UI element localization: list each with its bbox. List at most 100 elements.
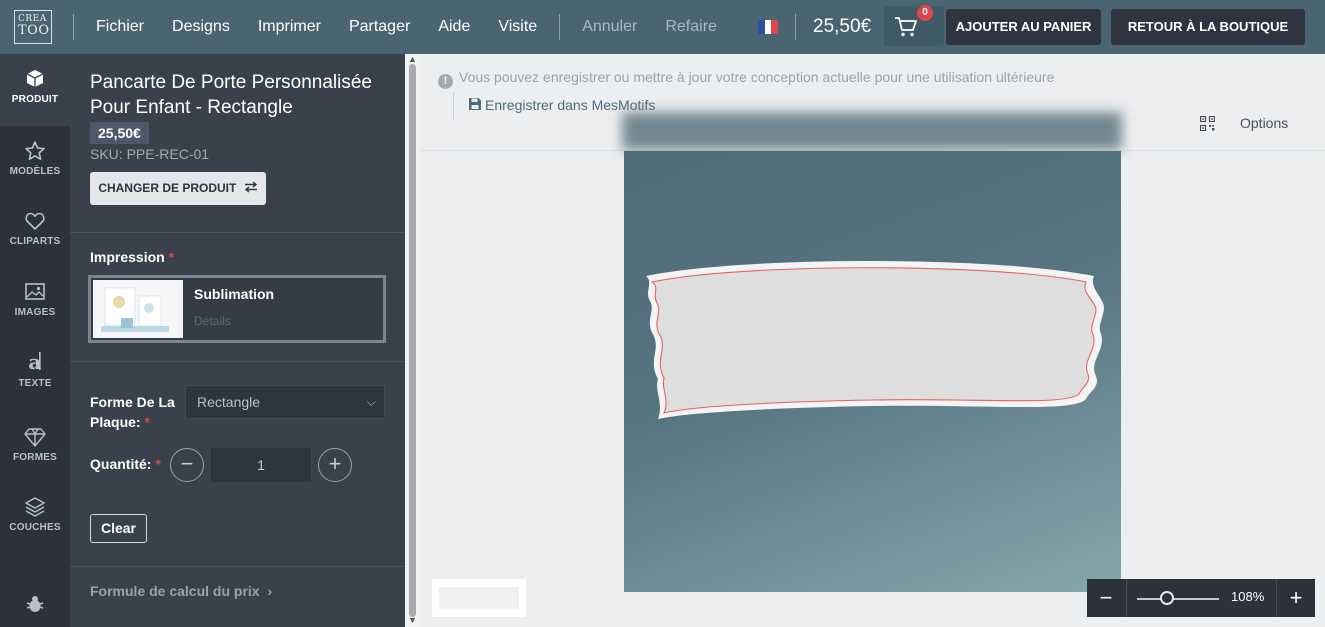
door-sign-shape[interactable] xyxy=(624,151,1121,592)
text-icon: a xyxy=(28,350,41,374)
clear-button[interactable]: Clear xyxy=(90,514,147,543)
menu-fichier[interactable]: Fichier xyxy=(96,18,144,36)
bug-icon xyxy=(26,596,44,612)
rail-label: PRODUIT xyxy=(11,94,59,105)
rail-item-modeles[interactable]: MODÈLES xyxy=(0,140,70,177)
required-mark: * xyxy=(155,456,161,472)
logo[interactable]: CREA TOO xyxy=(14,10,52,44)
main-menu: Fichier Designs Imprimer Partager Aide V… xyxy=(96,0,745,54)
scroll-up-icon[interactable]: ▲ xyxy=(408,54,417,64)
redo-button[interactable]: Refaire xyxy=(665,18,717,36)
zoom-in-button[interactable]: + xyxy=(1277,579,1315,617)
add-to-cart-button[interactable]: AJOUTER AU PANIER xyxy=(946,9,1101,45)
product-title: Pancarte De Porte Personnalisée Pour Enf… xyxy=(90,72,372,118)
cart-icon xyxy=(895,17,917,37)
layers-icon xyxy=(25,497,45,517)
product-price-badge: 25,50€ xyxy=(90,122,149,144)
divider xyxy=(70,361,405,362)
product-canvas[interactable] xyxy=(624,151,1121,592)
qr-code-icon[interactable] xyxy=(1200,116,1215,131)
required-mark: * xyxy=(144,414,151,430)
quantity-label-text: Quantité: xyxy=(90,456,152,472)
plus-icon: + xyxy=(328,451,342,476)
change-product-button[interactable]: CHANGER DE PRODUIT xyxy=(90,172,266,205)
heart-icon xyxy=(25,212,45,230)
menu-aide[interactable]: Aide xyxy=(438,18,470,36)
divider xyxy=(795,14,796,40)
menu-partager[interactable]: Partager xyxy=(349,18,410,36)
price-formula-link[interactable]: Formule de calcul du prix › xyxy=(90,583,272,599)
impression-details-link[interactable]: Détails xyxy=(194,314,231,328)
top-bar: CREA TOO Fichier Designs Imprimer Partag… xyxy=(0,0,1325,54)
page-thumbnail[interactable] xyxy=(432,579,526,617)
divider xyxy=(559,14,561,40)
rail-label: COUCHES xyxy=(9,522,61,533)
total-price: 25,50€ xyxy=(813,16,872,37)
divider xyxy=(70,232,405,233)
logo-text-bottom: TOO xyxy=(18,23,50,38)
quantity-increase-button[interactable]: + xyxy=(318,448,352,482)
save-link-text: Enregistrer dans MesMotifs xyxy=(485,97,656,113)
divider xyxy=(453,92,454,120)
rail-item-produit[interactable]: PRODUIT xyxy=(0,54,70,126)
impression-option-name: Sublimation xyxy=(194,286,275,302)
rail-item-images[interactable]: IMAGES xyxy=(0,281,70,318)
zoom-out-button[interactable]: − xyxy=(1087,579,1125,617)
chevron-down-icon: ⌵ xyxy=(366,395,376,409)
impression-label: Impression * xyxy=(90,249,174,265)
flag-fr-icon[interactable] xyxy=(758,20,778,34)
product-sku: SKU: PPE-REC-01 xyxy=(90,146,210,162)
zoom-control: − 108% + xyxy=(1087,579,1315,617)
rail-label: IMAGES xyxy=(14,307,56,318)
options-button[interactable]: Options xyxy=(1240,115,1288,131)
rail-item-cliparts[interactable]: CLIPARTS xyxy=(0,210,70,247)
undo-button[interactable]: Annuler xyxy=(582,18,637,36)
sublimation-thumbnail xyxy=(93,280,183,338)
zoom-level: 108% xyxy=(1231,589,1265,604)
cube-icon xyxy=(26,70,44,87)
shape-select[interactable]: Rectangle ⌵ xyxy=(185,385,385,419)
rail-item-formes[interactable]: FORMES xyxy=(0,426,70,463)
shape-label-text: Forme De La Plaque: xyxy=(90,394,175,430)
save-info-notice: ! Vous pouvez enregistrer ou mettre à jou… xyxy=(438,69,1054,89)
divider xyxy=(1126,579,1127,617)
rail-item-couches[interactable]: COUCHES xyxy=(0,496,70,533)
quantity-decrease-button[interactable]: − xyxy=(170,448,204,482)
minus-icon: − xyxy=(180,451,194,476)
divider xyxy=(70,566,405,567)
zoom-slider-handle[interactable] xyxy=(1160,591,1174,605)
info-icon: ! xyxy=(438,74,453,89)
bug-report-button[interactable] xyxy=(0,594,70,618)
panel-scrollbar[interactable]: ▲ ▼ xyxy=(405,54,420,627)
diamond-icon xyxy=(24,428,46,447)
page-thumbnail-preview xyxy=(439,587,519,609)
quantity-input[interactable]: 1 xyxy=(211,448,311,482)
scroll-down-icon[interactable]: ▼ xyxy=(408,615,417,625)
impression-option-card[interactable]: Sublimation Détails xyxy=(88,275,386,343)
price-formula-label: Formule de calcul du prix xyxy=(90,583,260,599)
required-mark: * xyxy=(168,249,175,265)
swap-arrows-icon xyxy=(244,181,257,193)
menu-visite[interactable]: Visite xyxy=(498,18,537,36)
save-info-text: Vous pouvez enregistrer ou mettre à jour… xyxy=(459,69,1055,85)
save-to-mesmotifs-link[interactable]: Enregistrer dans MesMotifs xyxy=(468,97,655,113)
zoom-slider-track[interactable] xyxy=(1137,598,1219,600)
cart-count-badge: 0 xyxy=(917,5,933,21)
cart-button[interactable]: 0 xyxy=(884,5,944,46)
back-to-shop-button[interactable]: RETOUR À LA BOUTIQUE xyxy=(1111,9,1305,45)
scroll-thumb[interactable] xyxy=(409,64,416,617)
quantity-label: Quantité: * xyxy=(90,456,161,472)
shape-label: Forme De La Plaque: * xyxy=(90,392,180,432)
product-panel: Pancarte De Porte Personnalisée Pour Enf… xyxy=(70,54,405,627)
product-shadow xyxy=(622,112,1122,150)
menu-designs[interactable]: Designs xyxy=(172,18,230,36)
rail-label: MODÈLES xyxy=(9,166,61,177)
rail-item-texte[interactable]: a TEXTE xyxy=(0,350,70,389)
tool-rail: PRODUIT MODÈLES CLIPARTS IMAGES a TEXTE … xyxy=(0,54,70,627)
sublimation-image xyxy=(93,280,183,338)
floppy-disk-icon xyxy=(469,98,481,110)
minus-icon: − xyxy=(1099,585,1113,610)
star-icon xyxy=(25,141,45,160)
menu-imprimer[interactable]: Imprimer xyxy=(258,18,321,36)
change-product-label: CHANGER DE PRODUIT xyxy=(98,181,237,195)
